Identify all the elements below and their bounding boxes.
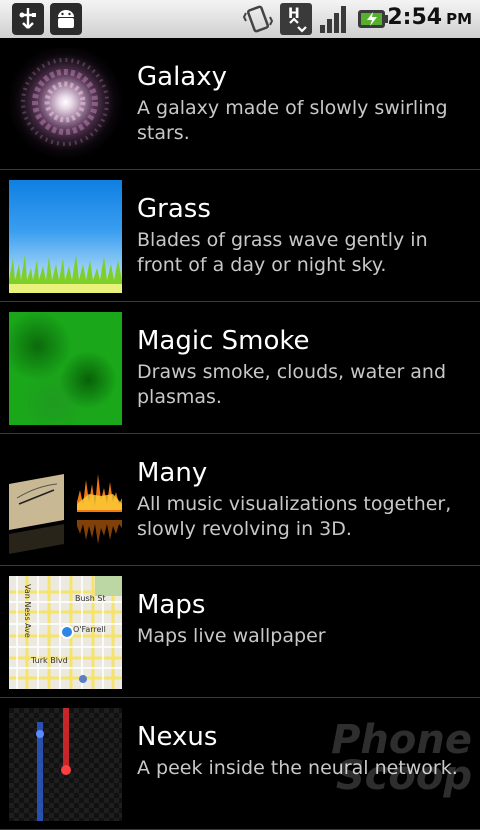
- wallpaper-title: Grass: [137, 194, 211, 224]
- clock-ampm: PM: [446, 10, 472, 28]
- street-label: Turk Blvd: [30, 656, 68, 665]
- wallpaper-title: Galaxy: [137, 62, 228, 92]
- phonescoop-watermark: Phone Scoop: [331, 720, 472, 799]
- battery-charging-icon: [356, 3, 390, 35]
- status-bar: H 2:54 PM: [0, 0, 480, 38]
- grass-thumbnail: [9, 180, 122, 293]
- usb-icon: [12, 3, 44, 35]
- wallpaper-title: Maps: [137, 590, 206, 620]
- street-label: O'Farrell: [73, 625, 106, 634]
- many-thumbnail: [9, 444, 122, 557]
- signal-strength-icon: [318, 3, 350, 35]
- galaxy-thumbnail: [9, 48, 122, 161]
- maps-thumbnail: Bush St O'Farrell Turk Blvd Van Ness Ave: [9, 576, 122, 689]
- clock-time: 2:54: [387, 5, 443, 30]
- wallpaper-title: Magic Smoke: [137, 326, 310, 356]
- list-item-grass[interactable]: Grass Blades of grass wave gently in fro…: [0, 170, 480, 302]
- vibrate-icon: [242, 3, 274, 35]
- live-wallpaper-list: Galaxy A galaxy made of slowly swirling …: [0, 38, 480, 830]
- list-item-magic-smoke[interactable]: Magic Smoke Draws smoke, clouds, water a…: [0, 302, 480, 434]
- list-item-galaxy[interactable]: Galaxy A galaxy made of slowly swirling …: [0, 38, 480, 170]
- wallpaper-title: Many: [137, 458, 208, 488]
- list-item-many[interactable]: Many All music visualizations together, …: [0, 434, 480, 566]
- hsdpa-data-icon: H: [280, 3, 312, 35]
- wallpaper-description: Draws smoke, clouds, water and plasmas.: [137, 361, 447, 408]
- magic-smoke-thumbnail: [9, 312, 122, 425]
- nexus-thumbnail: [9, 708, 122, 821]
- android-debug-icon: [50, 3, 82, 35]
- street-label: Van Ness Ave: [23, 584, 32, 638]
- wallpaper-description: Maps live wallpaper: [137, 625, 326, 647]
- watermark-line2: Scoop: [335, 753, 472, 799]
- clock: 2:54 PM: [387, 5, 472, 30]
- wallpaper-description: A galaxy made of slowly swirling stars.: [137, 97, 448, 144]
- wallpaper-title: Nexus: [137, 722, 218, 752]
- wallpaper-description: Blades of grass wave gently in front of …: [137, 229, 428, 276]
- list-item-maps[interactable]: Bush St O'Farrell Turk Blvd Van Ness Ave…: [0, 566, 480, 698]
- street-label: Bush St: [75, 594, 106, 603]
- wallpaper-description: All music visualizations together, slowl…: [137, 493, 452, 540]
